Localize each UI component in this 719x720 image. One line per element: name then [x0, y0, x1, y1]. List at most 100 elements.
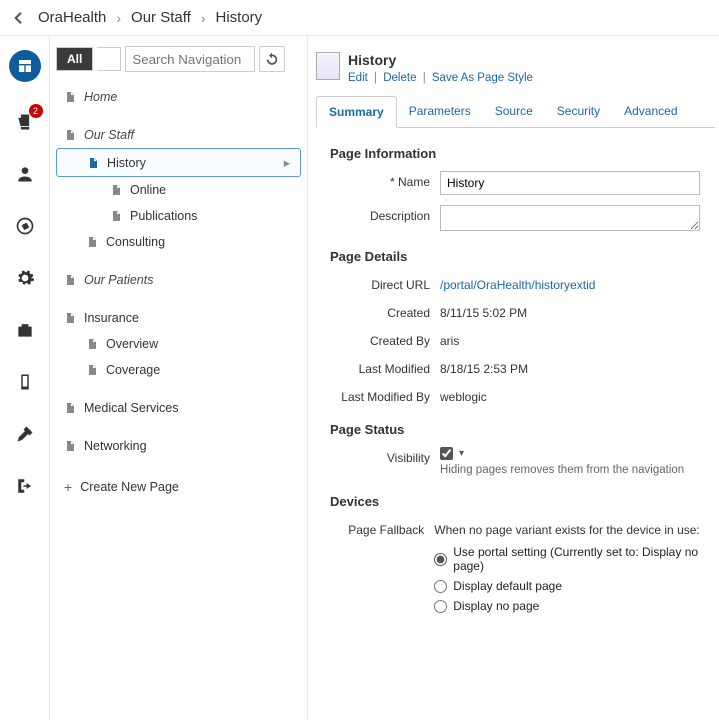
- search-input[interactable]: [125, 46, 255, 72]
- rail-device-icon[interactable]: [13, 370, 37, 394]
- filter-all-pill[interactable]: All: [56, 47, 93, 71]
- nav-item-label: Medical Services: [84, 401, 178, 415]
- fallback-radio[interactable]: [434, 580, 447, 593]
- nav-item-label: Online: [130, 183, 166, 197]
- page-actions: Edit | Delete | Save As Page Style: [348, 72, 533, 84]
- page-type-icon: [316, 52, 340, 80]
- nav-item[interactable]: Home: [56, 84, 301, 110]
- page-title: History: [348, 52, 533, 68]
- nav-tree: Home Our Staff History ▸ Online Publications C…: [56, 84, 301, 459]
- modified-label: Last Modified: [330, 358, 440, 376]
- rail-pages-icon[interactable]: 2: [13, 110, 37, 134]
- nav-item[interactable]: Coverage: [56, 357, 301, 383]
- tab-bar: SummaryParametersSourceSecurityAdvanced: [316, 96, 715, 128]
- chevron-right-icon: ›: [114, 10, 123, 26]
- page-icon: [110, 209, 124, 223]
- section-header: Page Information: [330, 146, 715, 161]
- nav-item[interactable]: History ▸: [56, 148, 301, 177]
- rail-layout-icon[interactable]: [9, 50, 41, 82]
- nav-item[interactable]: Medical Services: [56, 395, 301, 421]
- nav-item[interactable]: Networking: [56, 433, 301, 459]
- breadcrumb-bar: OraHealth › Our Staff › History: [0, 0, 719, 36]
- save-as-link[interactable]: Save As Page Style: [432, 72, 533, 84]
- chevron-right-icon: ›: [199, 10, 208, 26]
- main-panel: History Edit | Delete | Save As Page Sty…: [308, 36, 719, 720]
- badge-count: 2: [29, 104, 43, 118]
- section-header: Devices: [330, 494, 715, 509]
- nav-item-label: Overview: [106, 337, 158, 351]
- page-icon: [64, 439, 78, 453]
- nav-item[interactable]: Our Patients: [56, 267, 301, 293]
- name-label: Name: [330, 171, 440, 189]
- nav-item-label: Insurance: [84, 311, 139, 325]
- rail-import-icon[interactable]: [13, 474, 37, 498]
- back-button[interactable]: [6, 6, 30, 30]
- nav-item-label: Networking: [84, 439, 147, 453]
- nav-item[interactable]: Our Staff: [56, 122, 301, 148]
- nav-item[interactable]: Insurance: [56, 305, 301, 331]
- tab-summary[interactable]: Summary: [316, 96, 397, 128]
- nav-item[interactable]: Overview: [56, 331, 301, 357]
- description-input[interactable]: [440, 205, 700, 231]
- nav-item[interactable]: Publications: [56, 203, 301, 229]
- modifiedby-value: weblogic: [440, 386, 487, 404]
- nav-column: All Home Our Staff History ▸ Online Publicati…: [50, 36, 308, 720]
- rail-toolbox-icon[interactable]: [13, 318, 37, 342]
- breadcrumb-item[interactable]: Our Staff: [123, 9, 199, 26]
- page-icon: [64, 311, 78, 325]
- edit-link[interactable]: Edit: [348, 72, 368, 84]
- name-input[interactable]: [440, 171, 700, 195]
- tab-parameters[interactable]: Parameters: [397, 96, 483, 127]
- page-icon: [64, 90, 78, 104]
- nav-item-label: History: [107, 156, 146, 170]
- left-rail: 2: [0, 36, 50, 720]
- nav-item-label: Home: [84, 90, 117, 104]
- nav-item-label: Coverage: [106, 363, 160, 377]
- createdby-label: Created By: [330, 330, 440, 348]
- page-icon: [86, 363, 100, 377]
- description-label: Description: [330, 205, 440, 223]
- title-row: History Edit | Delete | Save As Page Sty…: [316, 52, 715, 84]
- nav-item-label: Our Staff: [84, 128, 134, 142]
- fallback-option[interactable]: Display no page: [434, 599, 715, 613]
- filter-toggle[interactable]: [97, 47, 121, 71]
- nav-item[interactable]: Consulting: [56, 229, 301, 255]
- visibility-checkbox[interactable]: [440, 447, 453, 460]
- page-icon: [110, 183, 124, 197]
- create-new-page[interactable]: + Create New Page: [56, 473, 301, 501]
- chevron-right-icon: ▸: [284, 155, 290, 170]
- fallback-option-label: Use portal setting (Currently set to: Di…: [453, 545, 715, 573]
- tab-advanced[interactable]: Advanced: [612, 96, 689, 127]
- visibility-label: Visibility: [330, 447, 440, 465]
- fallback-option[interactable]: Use portal setting (Currently set to: Di…: [434, 545, 715, 573]
- modifiedby-label: Last Modified By: [330, 386, 440, 404]
- fallback-radio[interactable]: [434, 600, 447, 613]
- delete-link[interactable]: Delete: [383, 72, 416, 84]
- fallback-option-label: Display no page: [453, 599, 539, 613]
- page-icon: [64, 273, 78, 287]
- direct-url-link[interactable]: /portal/OraHealth/historyextid: [440, 274, 595, 292]
- createdby-value: aris: [440, 330, 459, 348]
- rail-compass-icon[interactable]: [13, 214, 37, 238]
- caret-down-icon[interactable]: ▾: [459, 448, 464, 459]
- page-icon: [86, 337, 100, 351]
- fallback-label: Page Fallback: [330, 519, 434, 537]
- rail-build-icon[interactable]: [13, 422, 37, 446]
- fallback-option[interactable]: Display default page: [434, 579, 715, 593]
- rail-gear-icon[interactable]: [13, 266, 37, 290]
- direct-url-label: Direct URL: [330, 274, 440, 292]
- tab-security[interactable]: Security: [545, 96, 612, 127]
- nav-item[interactable]: Online: [56, 177, 301, 203]
- refresh-button[interactable]: [259, 46, 285, 72]
- tab-source[interactable]: Source: [483, 96, 545, 127]
- page-icon: [64, 128, 78, 142]
- breadcrumb-item[interactable]: History: [207, 9, 270, 26]
- breadcrumb-item[interactable]: OraHealth: [30, 9, 114, 26]
- nav-item-label: Consulting: [106, 235, 165, 249]
- fallback-radio[interactable]: [434, 553, 447, 566]
- create-label: Create New Page: [80, 480, 179, 494]
- page-icon: [64, 401, 78, 415]
- rail-people-icon[interactable]: [13, 162, 37, 186]
- nav-header: All: [56, 46, 301, 72]
- nav-item-label: Our Patients: [84, 273, 153, 287]
